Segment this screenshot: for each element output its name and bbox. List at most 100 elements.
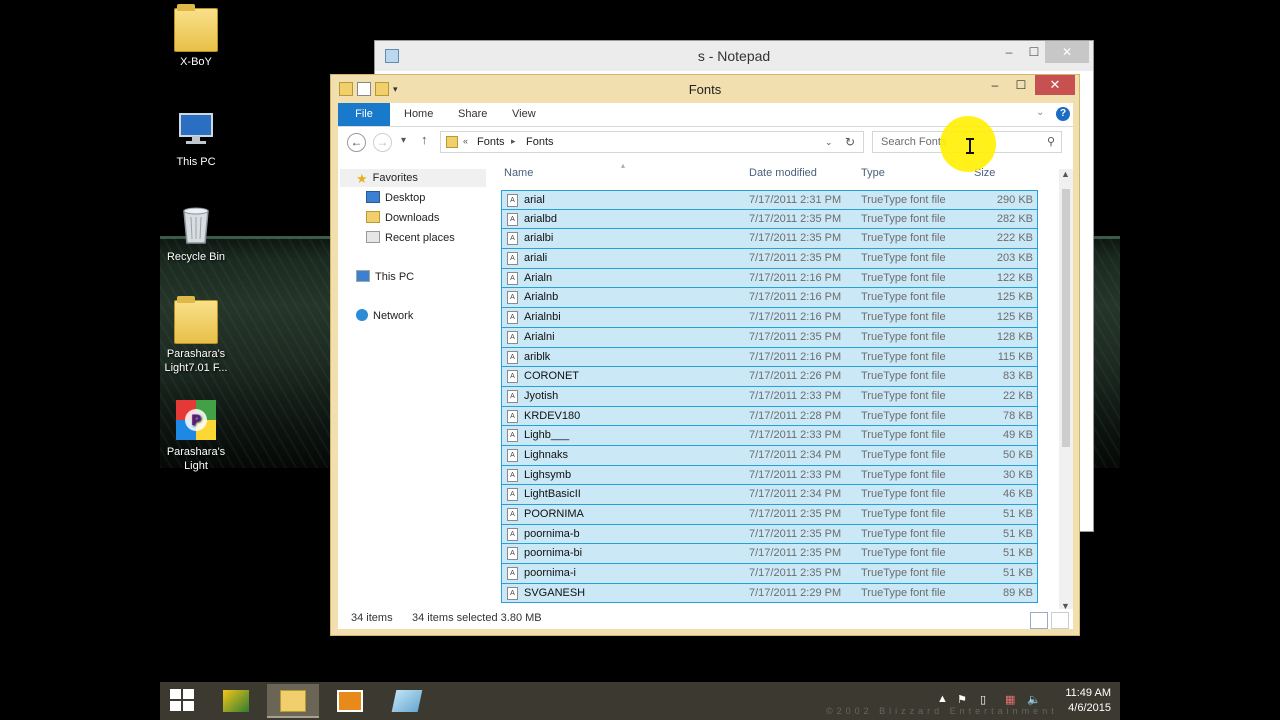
notepad-minimize-button[interactable]: ‒ bbox=[995, 41, 1023, 63]
selection-info: 34 items selected 3.80 MB bbox=[412, 612, 542, 624]
table-row[interactable]: A Arialn 7/17/2011 2:16 PM TrueType font fi… bbox=[501, 268, 1038, 289]
file-size: 122 KB bbox=[996, 271, 1033, 284]
forward-button[interactable]: → bbox=[373, 133, 392, 152]
back-button[interactable]: ← bbox=[347, 133, 366, 152]
nav-network[interactable]: Network bbox=[356, 307, 413, 325]
table-row[interactable]: A POORNIMA 7/17/2011 2:35 PM TrueType font … bbox=[501, 505, 1038, 525]
file-type: TrueType font file bbox=[861, 508, 946, 520]
recent-locations-icon[interactable]: ▾ bbox=[401, 135, 406, 146]
table-row[interactable]: A CORONET 7/17/2011 2:26 PM TrueType font f… bbox=[501, 367, 1038, 387]
power-icon[interactable]: ▯ bbox=[980, 693, 986, 706]
tab-view[interactable]: View bbox=[512, 108, 536, 120]
desktop-icon-label: Parashara's Light7.01 F... bbox=[164, 348, 228, 374]
file-type: TrueType font file bbox=[861, 212, 946, 225]
close-button[interactable]: ✕ bbox=[1035, 75, 1075, 95]
taskbar-parashara[interactable] bbox=[210, 684, 262, 718]
table-row[interactable]: A LightBasicII 7/17/2011 2:34 PM TrueType f… bbox=[501, 485, 1038, 505]
taskbar-notepad[interactable] bbox=[381, 684, 433, 718]
large-icons-view-icon[interactable] bbox=[1051, 612, 1069, 629]
font-file-icon: A bbox=[507, 370, 518, 384]
notepad-maximize-button[interactable]: ☐ bbox=[1020, 41, 1048, 63]
file-date: 7/17/2011 2:16 PM bbox=[749, 311, 842, 324]
desktop-icon-label: X-BoY bbox=[180, 56, 212, 68]
nav-label: Desktop bbox=[385, 192, 426, 204]
table-row[interactable]: Apoornima-b 7/17/2011 2:35 PM TrueType fon… bbox=[501, 524, 1038, 545]
breadcrumb-fonts[interactable]: Fonts bbox=[526, 136, 554, 148]
nav-this-pc[interactable]: This PC bbox=[356, 268, 414, 286]
taskbar-media-player[interactable] bbox=[324, 684, 376, 718]
volume-icon[interactable]: 🔈 bbox=[1027, 693, 1041, 706]
desktop-icon-parashara-setup[interactable]: Parashara's Light7.01 F... bbox=[160, 296, 236, 375]
maximize-button[interactable]: ☐ bbox=[1008, 75, 1034, 95]
desktop-icon-recycle-bin[interactable]: Recycle Bin bbox=[160, 203, 236, 264]
address-dropdown-icon[interactable]: ⌄ bbox=[825, 137, 833, 148]
help-icon[interactable]: ? bbox=[1056, 107, 1070, 121]
chevron-right-icon[interactable]: ▸ bbox=[511, 136, 516, 147]
minimize-button[interactable]: – bbox=[982, 75, 1008, 95]
notepad-title: s - Notepad bbox=[697, 48, 771, 64]
start-button[interactable] bbox=[170, 689, 196, 713]
nav-recent-places[interactable]: Recent places bbox=[366, 229, 455, 247]
vertical-scrollbar[interactable]: ▲ ▼ bbox=[1059, 169, 1073, 613]
address-overflow[interactable]: « bbox=[463, 136, 468, 146]
tab-home[interactable]: Home bbox=[404, 108, 433, 120]
action-center-icon[interactable]: ⚑ bbox=[957, 693, 967, 706]
tab-file[interactable]: File bbox=[338, 103, 390, 126]
table-row[interactable]: Apoornima-bi 7/17/2011 2:35 PM TrueType fo… bbox=[501, 544, 1038, 565]
table-row[interactable]: Aarialbi 7/17/2011 2:35 PM TrueType font f… bbox=[501, 229, 1038, 250]
file-name: arial bbox=[524, 194, 545, 206]
notepad-close-button[interactable]: ✕ bbox=[1045, 41, 1089, 63]
taskbar-file-explorer[interactable] bbox=[267, 684, 319, 718]
column-header-name[interactable]: Name bbox=[504, 167, 533, 179]
desktop-icon-this-pc[interactable]: This PC bbox=[160, 108, 236, 169]
file-date: 7/17/2011 2:33 PM bbox=[749, 468, 842, 481]
up-button[interactable]: ↑ bbox=[421, 132, 428, 147]
nav-label: Downloads bbox=[385, 212, 440, 224]
address-bar[interactable]: « Fonts ▸ Fonts ⌄ ↻ bbox=[440, 131, 864, 153]
expand-ribbon-icon[interactable]: ⌄ bbox=[1036, 107, 1044, 118]
table-row[interactable]: A Arialni 7/17/2011 2:35 PM TrueType font f… bbox=[501, 327, 1038, 348]
taskbar-clock[interactable]: 11:49 AM 4/6/2015 bbox=[1055, 686, 1111, 716]
font-file-icon: A bbox=[507, 527, 518, 541]
item-count: 34 items bbox=[351, 612, 393, 624]
file-date: 7/17/2011 2:35 PM bbox=[749, 232, 842, 245]
tab-share[interactable]: Share bbox=[458, 108, 487, 120]
show-hidden-icons-icon[interactable]: ▲ bbox=[937, 693, 948, 705]
table-row[interactable]: A Lighb___ 7/17/2011 2:33 PM TrueType font … bbox=[501, 426, 1038, 446]
column-header-date[interactable]: Date modified bbox=[749, 167, 817, 179]
table-row[interactable]: A SVGANESH 7/17/2011 2:29 PM TrueType font … bbox=[501, 583, 1038, 604]
scrollbar-thumb[interactable] bbox=[1062, 189, 1070, 447]
desktop-icon-parashara-light[interactable]: P Parashara's Light bbox=[160, 398, 236, 473]
scroll-up-icon[interactable]: ▲ bbox=[1061, 169, 1070, 179]
table-row[interactable]: Aariblk 7/17/2011 2:16 PM TrueType font fi… bbox=[501, 347, 1038, 368]
table-row[interactable]: Apoornima-i 7/17/2011 2:35 PM TrueType fon… bbox=[501, 564, 1038, 584]
nav-favorites[interactable]: ★ Favorites bbox=[340, 169, 486, 187]
refresh-icon[interactable]: ↻ bbox=[845, 135, 855, 149]
desktop-icon-x-boy[interactable]: X-BoY bbox=[160, 4, 236, 69]
file-type: TrueType font file bbox=[861, 527, 946, 540]
nav-desktop[interactable]: Desktop bbox=[366, 189, 425, 207]
table-row[interactable]: A Arialnbi 7/17/2011 2:16 PM TrueType font … bbox=[501, 308, 1038, 328]
details-view-icon[interactable] bbox=[1030, 612, 1048, 629]
search-icon[interactable]: ⚲ bbox=[1047, 135, 1055, 148]
notepad-titlebar[interactable]: s - Notepad ‒ ☐ ✕ bbox=[375, 41, 1093, 71]
font-file-icon: A bbox=[507, 389, 518, 403]
table-row[interactable]: A Lighsymb 7/17/2011 2:33 PM TrueType font … bbox=[501, 465, 1038, 486]
table-row[interactable]: Aarial 7/17/2011 2:31 PM TrueType font fil… bbox=[501, 190, 1038, 210]
file-size: 51 KB bbox=[1003, 527, 1033, 540]
file-size: 49 KB bbox=[1003, 429, 1033, 442]
network-status-icon[interactable]: ▦ bbox=[1005, 693, 1015, 706]
table-row[interactable]: A Arialnb 7/17/2011 2:16 PM TrueType font f… bbox=[501, 288, 1038, 309]
table-row[interactable]: A KRDEV180 7/17/2011 2:28 PM TrueType font … bbox=[501, 406, 1038, 427]
nav-downloads[interactable]: Downloads bbox=[366, 209, 439, 227]
file-size: 125 KB bbox=[996, 311, 1033, 324]
breadcrumb-fonts-parent[interactable]: Fonts bbox=[477, 136, 505, 148]
parashara-app-icon: P bbox=[174, 398, 218, 442]
table-row[interactable]: Aariali 7/17/2011 2:35 PM TrueType font fi… bbox=[501, 249, 1038, 269]
column-header-type[interactable]: Type bbox=[861, 167, 885, 179]
table-row[interactable]: A Jyotish 7/17/2011 2:33 PM TrueType font f… bbox=[501, 386, 1038, 407]
table-row[interactable]: Aarialbd 7/17/2011 2:35 PM TrueType font f… bbox=[501, 209, 1038, 230]
table-row[interactable]: A Lighnaks 7/17/2011 2:34 PM TrueType font … bbox=[501, 445, 1038, 466]
file-size: 50 KB bbox=[1003, 448, 1033, 461]
explorer-titlebar[interactable]: ▾ Fonts – ☐ ✕ bbox=[331, 75, 1079, 103]
